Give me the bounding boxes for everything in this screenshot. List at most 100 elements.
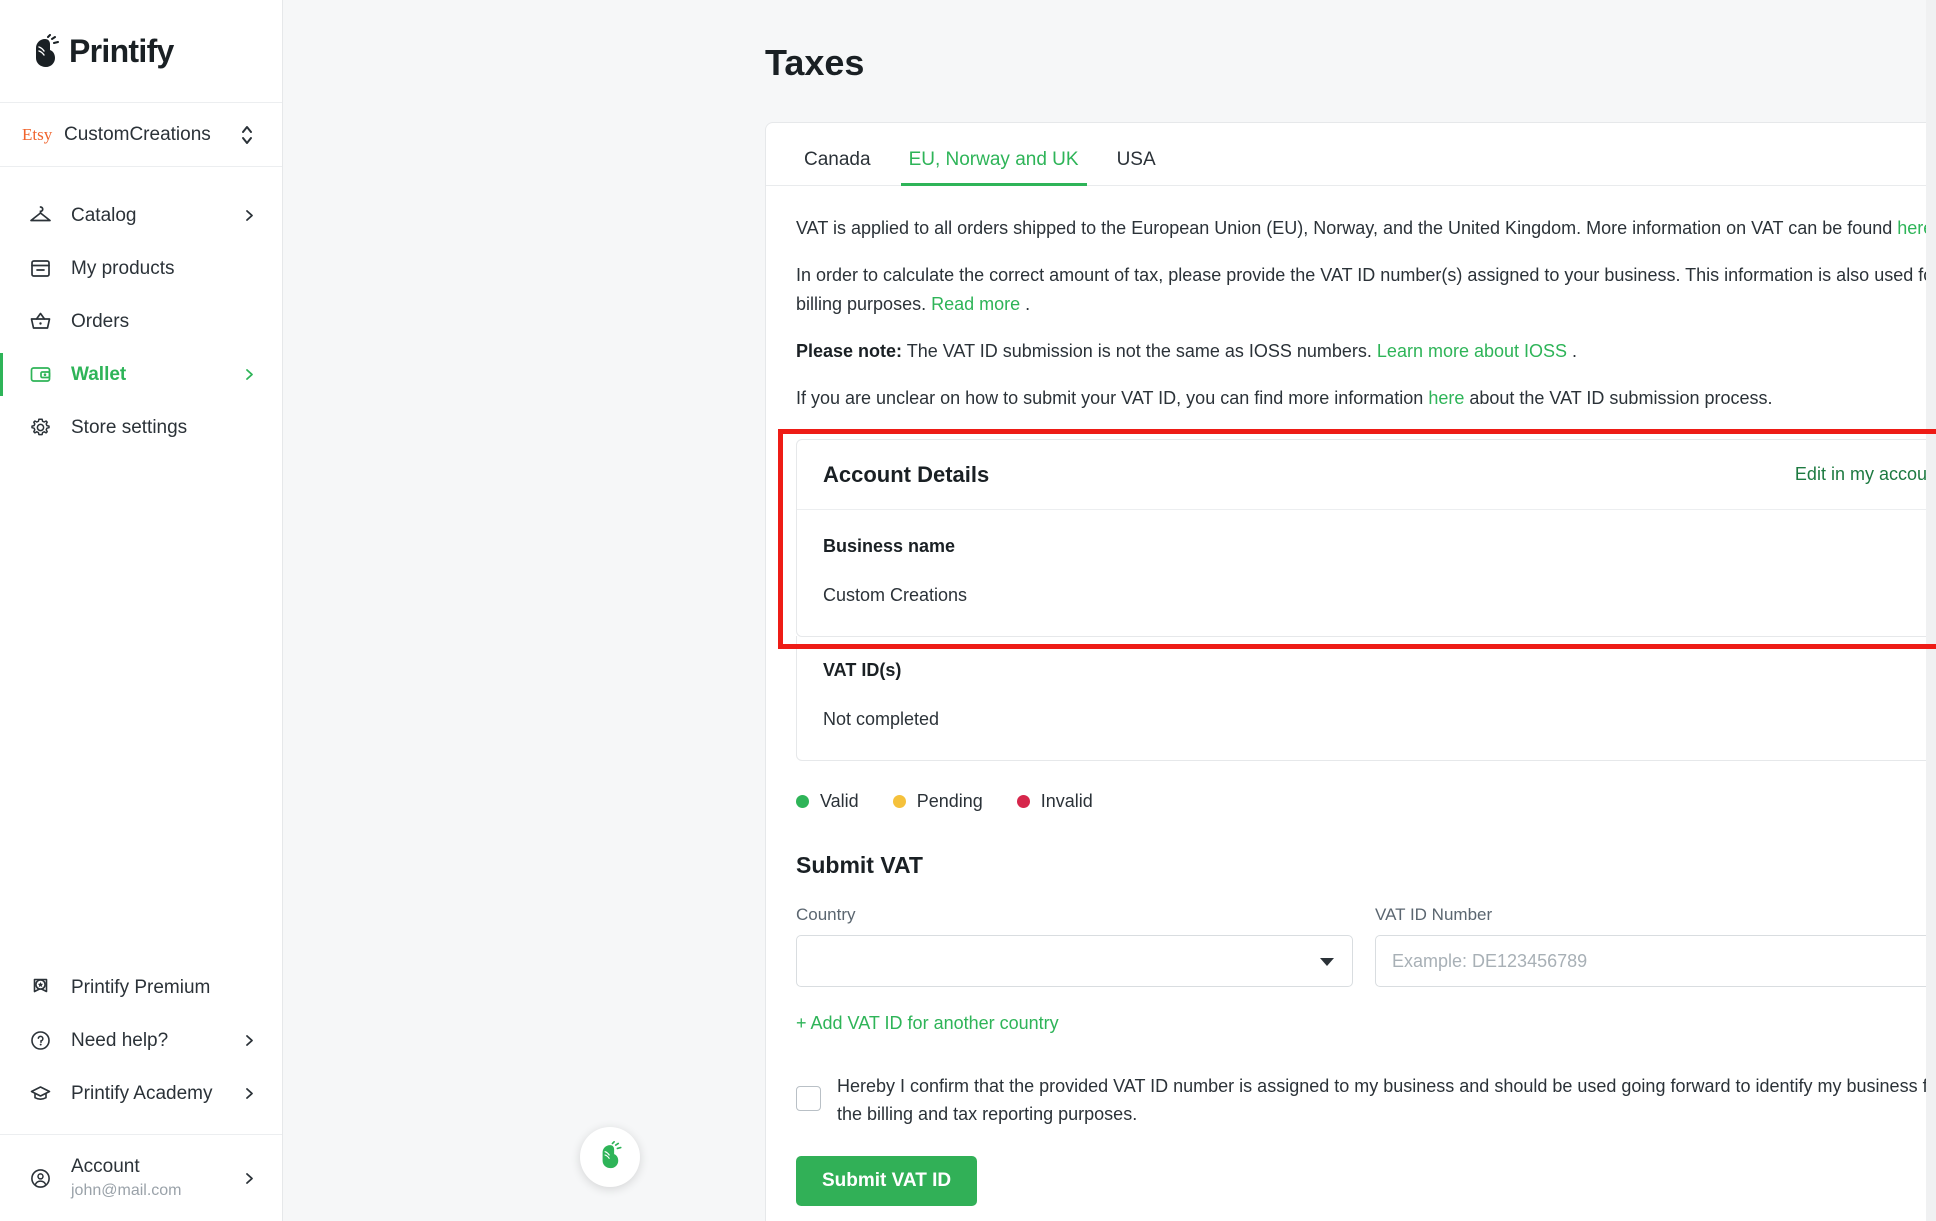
store-name: CustomCreations [64,123,211,145]
sidebar: Printify Etsy CustomCreations Catalog My… [0,0,283,1221]
confirm-checkbox[interactable] [796,1086,821,1111]
tab-eu-norway-uk[interactable]: EU, Norway and UK [900,149,1087,186]
tab-bar: Canada EU, Norway and UK USA [766,123,1936,186]
app-root: Printify Etsy CustomCreations Catalog My… [0,0,1936,1221]
badge-star-icon [28,975,53,1000]
paragraph-please-note: Please note: The VAT ID submission is no… [796,337,1936,366]
legend-item-invalid: Invalid [1016,791,1093,812]
chevron-down-icon [1320,958,1334,966]
country-select[interactable] [796,935,1353,987]
account-title: Account [71,1156,140,1177]
store-selector[interactable]: Etsy CustomCreations [0,103,282,167]
edit-in-my-account-link[interactable]: Edit in my account [1795,464,1936,485]
chevron-right-icon [243,209,256,222]
vat-id-label: VAT ID Number [1375,905,1493,924]
account-details-header: Account Details Edit in my account [797,440,1936,510]
sidebar-item-label: Need help? [71,1029,169,1051]
legend-label: Invalid [1040,791,1093,811]
sidebar-item-label: Store settings [71,416,188,438]
legend-label: Pending [916,791,983,811]
sidebar-item-orders[interactable]: Orders [0,295,282,348]
please-note-label: Please note: [796,341,903,361]
sidebar-item-my-products[interactable]: My products [0,242,282,295]
vat-id-input[interactable] [1375,935,1935,987]
paragraph-vat-id-request: In order to calculate the correct amount… [796,261,1936,319]
submit-vat-heading: Submit VAT [796,852,923,878]
sidebar-item-wallet[interactable]: Wallet [0,348,282,401]
paragraph-text-tail: about the VAT ID submission process. [1464,388,1773,408]
page-title: Taxes [765,42,865,83]
status-dot-pending [892,795,906,808]
read-more-link[interactable]: Read more [931,294,1020,314]
etsy-logo: Etsy [22,124,53,144]
main-navigation: Catalog My products Orders Wallet Store … [0,167,282,454]
vertical-scrollbar[interactable] [1926,0,1936,1221]
wallet-icon [28,362,53,387]
taxes-card: Canada EU, Norway and UK USA VAT is appl… [765,122,1936,1221]
country-label: Country [796,905,856,924]
submission-process-link[interactable]: here [1428,388,1464,408]
card-body: VAT is applied to all orders shipped to … [766,186,1936,1221]
sidebar-item-store-settings[interactable]: Store settings [0,401,282,454]
sidebar-item-need-help[interactable]: Need help? [0,1014,282,1067]
business-name-label: Business name [823,536,956,556]
up-down-chevron-icon [238,122,256,148]
account-details-title: Account Details [823,461,990,487]
legend-item-pending: Pending [892,791,983,812]
chat-widget-button[interactable] [580,1127,640,1187]
add-vat-id-another-country-link[interactable]: + Add VAT ID for another country [796,1013,1059,1034]
paragraph-text-tail: . [1567,341,1578,361]
printify-hand-icon [596,1140,624,1174]
legend-label: Valid [820,791,859,811]
sidebar-item-printify-premium[interactable]: Printify Premium [0,961,282,1014]
sidebar-item-label: Catalog [71,204,137,226]
status-dot-invalid [1016,795,1030,808]
sidebar-item-account[interactable]: Account john@mail.com [0,1135,282,1221]
sidebar-item-label: Printify Premium [71,976,211,998]
vat-ids-label: VAT ID(s) [823,660,902,680]
confirm-text: Hereby I confirm that the provided VAT I… [837,1076,1936,1124]
sidebar-item-catalog[interactable]: Catalog [0,189,282,242]
sidebar-item-label: Orders [71,310,130,332]
status-legend: Valid Pending Invalid [796,791,1936,812]
tab-usa[interactable]: USA [1109,149,1164,185]
sidebar-item-label: My products [71,257,175,279]
paragraph-text: VAT is applied to all orders shipped to … [796,218,1898,238]
vat-ids-panel: VAT ID(s) Not completed [796,636,1936,761]
sidebar-item-label: Wallet [71,363,127,385]
submit-vat-id-button[interactable]: Submit VAT ID [796,1156,978,1206]
vat-form-row: Country VAT ID Number [796,905,1936,987]
printify-hand-icon [28,34,62,68]
brand-header[interactable]: Printify [0,0,282,103]
paragraph-vat-intro: VAT is applied to all orders shipped to … [796,214,1936,243]
legend-item-valid: Valid [796,791,859,812]
chevron-right-icon [243,368,256,381]
sidebar-item-printify-academy[interactable]: Printify Academy [0,1067,282,1120]
chevron-right-icon [243,1087,256,1100]
basket-icon [28,309,53,334]
hanger-icon [28,203,53,228]
tab-canada[interactable]: Canada [796,149,879,185]
account-details-wrapper: Account Details Edit in my account Busin… [778,429,1936,649]
ioss-link[interactable]: Learn more about IOSS [1377,341,1567,361]
secondary-navigation: Printify Premium Need help? Printify Aca… [0,961,282,1221]
account-details-panel: Account Details Edit in my account Busin… [796,439,1936,637]
gear-icon [28,415,53,440]
business-name-value: Custom Creations [823,585,968,605]
chevron-right-icon [243,1034,256,1047]
paragraph-text-tail: . [1020,294,1031,314]
question-circle-icon [28,1028,53,1053]
account-text-block: Account john@mail.com [71,1154,243,1202]
paragraph-submission-help: If you are unclear on how to submit your… [796,384,1936,413]
status-dot-valid [796,795,809,808]
country-field: Country [796,905,1353,987]
vat-ids-value: Not completed [823,709,940,729]
chevron-right-icon [243,1172,256,1185]
vat-id-field: VAT ID Number [1375,905,1935,987]
main-content: Taxes Canada EU, Norway and UK USA VAT i… [283,0,1936,1221]
business-name-row: Business name Custom Creations [797,510,1936,636]
paragraph-text: If you are unclear on how to submit your… [796,388,1429,408]
box-icon [28,256,53,281]
user-circle-icon [28,1166,53,1191]
